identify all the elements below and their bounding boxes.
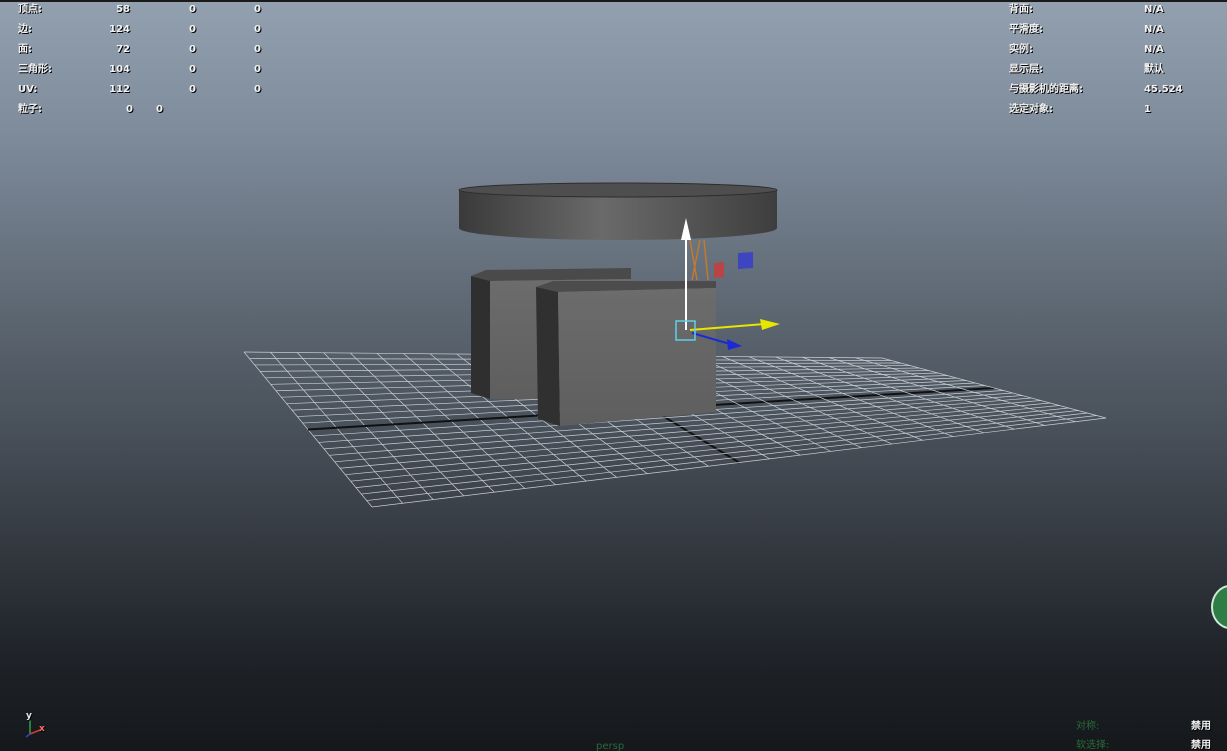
pivot-lines bbox=[689, 239, 709, 281]
cylinder-mesh[interactable] bbox=[458, 182, 778, 240]
axis-label-x: x bbox=[39, 724, 45, 734]
hud-value-symmetry: 禁用 bbox=[1191, 721, 1211, 732]
hud-label-symmetry: 对称: bbox=[1076, 721, 1100, 732]
viewport-3d[interactable]: 顶点: 58 0 0 边: 124 0 0 面: 72 0 0 三角形: 104… bbox=[0, 0, 1227, 751]
view-axis-icon bbox=[25, 720, 41, 738]
hud-label-soft-select: 软选择: bbox=[1076, 740, 1110, 751]
box-mesh-front[interactable] bbox=[536, 281, 716, 426]
hud-value-soft-select: 禁用 bbox=[1191, 740, 1211, 751]
scene-canvas[interactable] bbox=[0, 0, 1227, 751]
camera-name-label: persp bbox=[596, 741, 625, 751]
axis-label-y: y bbox=[26, 711, 32, 721]
